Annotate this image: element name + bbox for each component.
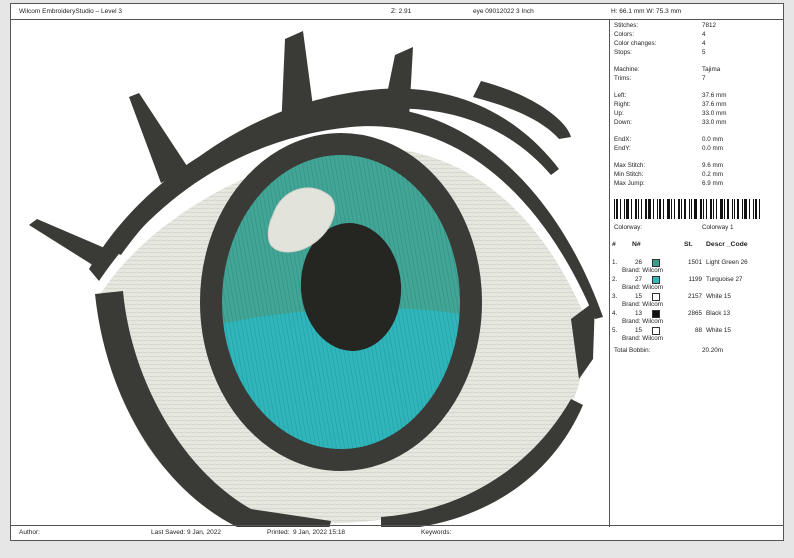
barcode-bar	[720, 199, 723, 219]
stat-up: Up: 33.0 mm	[614, 110, 727, 117]
barcode-bar	[716, 199, 717, 219]
barcode-bar	[638, 199, 639, 219]
barcode-bar	[663, 199, 664, 219]
barcode-bar	[755, 199, 757, 219]
barcode-bar	[671, 199, 672, 219]
file-name: eye 09012022 3 Inch	[473, 8, 534, 15]
stat-endy: EndY: 0.0 mm	[614, 145, 723, 152]
thread-row: 3. 15 2157 White 15 Brand: Wilcom	[612, 293, 731, 308]
thread-row: 5. 15 88 White 15 Brand: Wilcom	[612, 327, 731, 342]
barcode-bar	[724, 199, 725, 219]
barcode-bar	[626, 199, 629, 219]
keywords-label: Keywords:	[421, 529, 452, 536]
eye-embroidery-design	[29, 31, 603, 527]
stat-trims: Trims: 7	[614, 75, 706, 82]
stat-min-stitch: Min Stitch: 0.2 mm	[614, 171, 723, 178]
barcode-bar	[753, 199, 754, 219]
barcode-bar	[667, 199, 670, 219]
barcode-bar	[657, 199, 658, 219]
color-swatch	[652, 276, 660, 284]
stat-left: Left: 37.6 mm	[614, 92, 727, 99]
lash-4	[29, 219, 107, 269]
barcode-bar	[641, 199, 642, 219]
color-swatch	[652, 259, 660, 267]
stat-machine: Machine: Tajima	[614, 66, 721, 73]
barcode-bar	[635, 199, 637, 219]
design-info-panel: Stitches: 7812 Colors: 4 Color changes: 4 S…	[609, 19, 784, 527]
barcode-bar	[727, 199, 729, 219]
barcode-bar	[759, 199, 760, 219]
barcode-bar	[648, 199, 651, 219]
total-bobbin: Total Bobbin: 20.20m	[614, 347, 724, 354]
stat-max-stitch: Max Stitch: 9.6 mm	[614, 162, 723, 169]
thread-row: 4. 13 2865 Black 13 Brand: Wilcom	[612, 310, 731, 325]
lash-2	[381, 47, 413, 123]
barcode-bar	[744, 199, 747, 219]
barcode-bar	[742, 199, 743, 219]
barcode-bar	[737, 199, 739, 219]
thread-row: 2. 27 1199 Turquoise 27 Brand: Wilcom	[612, 276, 743, 291]
stat-down: Down: 33.0 mm	[614, 119, 727, 126]
thread-row: 1. 26 1501 Light Green 26 Brand: Wilcom	[612, 259, 748, 274]
zoom-level: Z: 2.91	[391, 8, 412, 15]
app-title: Wilcom EmbroideryStudio – Level 3	[19, 8, 122, 15]
stat-color-changes: Color changes: 4	[614, 40, 706, 47]
color-swatch	[652, 310, 660, 318]
printed-label: Printed:	[267, 529, 290, 536]
barcode-bar	[734, 199, 735, 219]
barcode-bar	[614, 199, 615, 219]
stat-endx: EndX: 0.0 mm	[614, 136, 723, 143]
thread-table-header: # N# St. Descr _Code	[612, 241, 748, 248]
barcode-bar	[710, 199, 712, 219]
barcode-bar	[674, 199, 675, 219]
stat-stops: Stops: 5	[614, 49, 706, 56]
design-size: H: 66.1 mm W: 75.3 mm	[611, 8, 682, 15]
barcode-bar	[713, 199, 714, 219]
footer-bar: Author: Last Saved: 9 Jan, 2022 Printed:…	[11, 525, 783, 540]
printed-value: 9 Jan, 2022 15:18	[293, 529, 346, 536]
barcode-bar	[678, 199, 680, 219]
barcode-bar	[681, 199, 682, 219]
header-bar: Wilcom EmbroideryStudio – Level 3 Z: 2.9…	[11, 4, 783, 20]
stat-stitches: Stitches: 7812	[614, 22, 717, 29]
barcode-bar	[749, 199, 750, 219]
barcode-bar	[689, 199, 690, 219]
barcode-bar	[684, 199, 686, 219]
barcode-bar	[703, 199, 704, 219]
lash-1	[281, 31, 316, 131]
last-saved-value: 9 Jan, 2022	[187, 529, 221, 536]
barcode-bar	[616, 199, 618, 219]
barcode-bar	[631, 199, 632, 219]
barcode-bar	[732, 199, 733, 219]
stat-max-jump: Max Jump: 6.9 mm	[614, 180, 723, 187]
barcode-bar	[620, 199, 621, 219]
print-preview-sheet: Wilcom EmbroideryStudio – Level 3 Z: 2.9…	[10, 3, 784, 541]
barcode-bar	[659, 199, 661, 219]
barcode-bar	[645, 199, 647, 219]
stat-right: Right: 37.6 mm	[614, 101, 727, 108]
last-saved-label: Last Saved:	[151, 529, 186, 536]
barcode-bar	[706, 199, 707, 219]
barcode-bar	[624, 199, 625, 219]
barcode-bar	[691, 199, 692, 219]
stat-colors: Colors: 4	[614, 31, 706, 38]
barcode-bar	[700, 199, 702, 219]
barcode-bar	[653, 199, 654, 219]
color-swatch	[652, 293, 660, 301]
color-swatch	[652, 327, 660, 335]
barcode-bar	[694, 199, 697, 219]
colorway-row: Colorway: Colorway 1	[614, 224, 734, 231]
lash-3	[129, 93, 189, 183]
author-label: Author:	[19, 529, 40, 536]
barcode	[614, 199, 764, 219]
design-preview	[11, 19, 609, 527]
